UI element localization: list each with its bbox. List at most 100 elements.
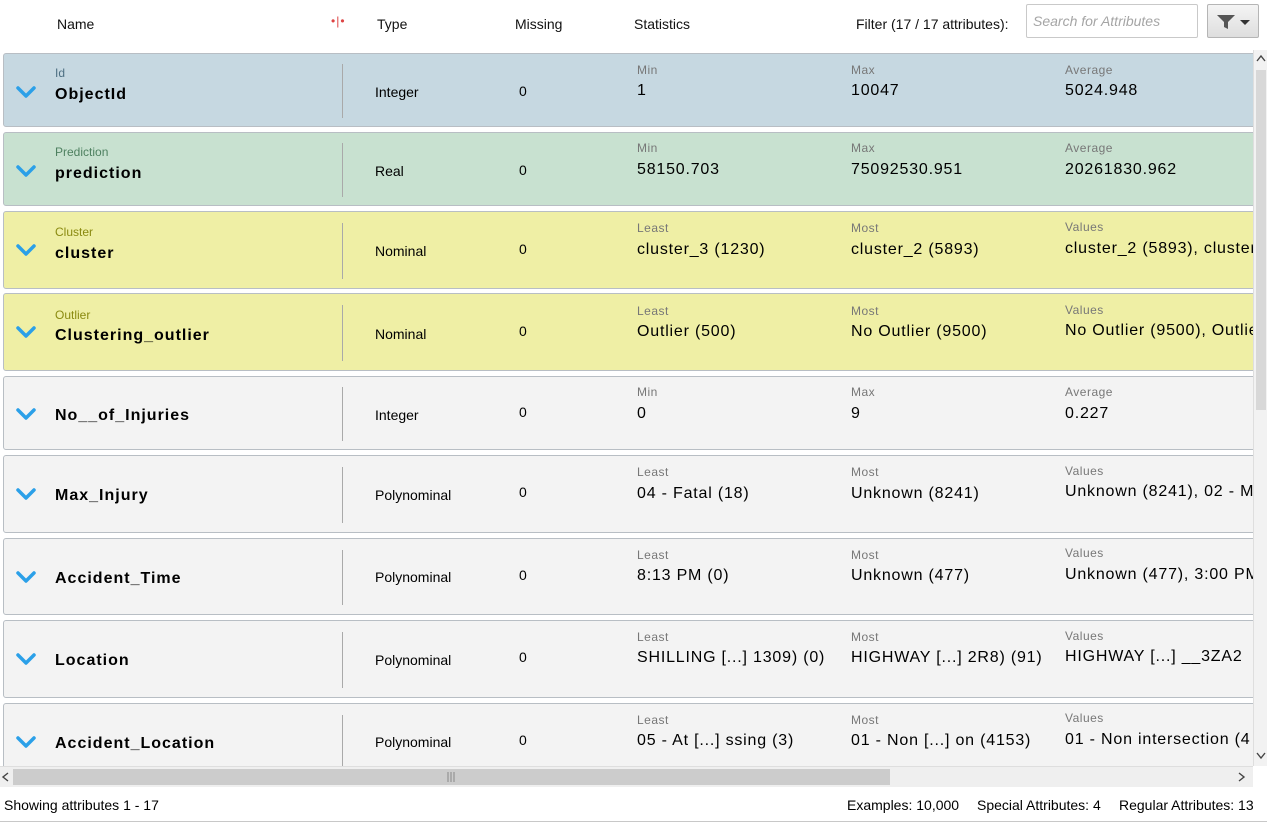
attribute-role: Outlier [55,308,91,322]
attribute-row[interactable]: Cluster cluster Nominal 0 Least cluster_… [3,211,1253,289]
chevron-down-icon[interactable] [16,487,36,501]
attribute-row[interactable]: Max_Injury Polynominal 0 Least 04 - Fata… [3,455,1253,533]
stat-value: 9 [851,405,861,422]
column-divider [342,64,343,118]
chevron-down-icon[interactable] [16,85,36,99]
attribute-name: prediction [55,165,143,182]
column-divider [342,305,343,361]
stat-value: Outlier (500) [637,323,737,340]
examples-count: Examples: 10,000 [847,797,960,813]
attribute-missing: 0 [519,83,527,99]
stat-value: Unknown (8241), 02 - Mi [1065,483,1253,500]
caret-down-icon [1240,20,1250,25]
stat-label: Average [1065,385,1113,399]
vertical-scrollbar[interactable] [1253,50,1267,766]
attribute-type: Polynominal [375,734,452,750]
column-header-name[interactable]: Name [57,16,94,32]
attribute-missing: 0 [519,162,527,178]
column-divider [342,467,343,523]
stat-label: Values [1065,711,1104,725]
attribute-missing: 0 [519,404,527,420]
stat-label: Values [1065,303,1104,317]
stat-value: SHILLING [...] 1309) (0) [637,649,826,666]
stat-value: 75092530.951 [851,161,963,178]
horizontal-scrollbar[interactable] [0,766,1253,787]
attribute-row[interactable]: Accident_Time Polynominal 0 Least 8:13 P… [3,538,1253,615]
filter-dropdown-button[interactable] [1207,4,1259,38]
stat-value: No Outlier (9500) [851,323,988,340]
stat-label: Least [637,304,669,318]
stat-label: Least [637,465,669,479]
stat-label: Max [851,385,876,399]
column-header-missing[interactable]: Missing [515,16,562,32]
column-header-type[interactable]: Type [377,16,407,32]
attribute-list[interactable]: Id ObjectId Integer 0 Min 1 Max 10047 Av… [0,50,1253,766]
attribute-type: Nominal [375,326,427,342]
horizontal-scroll-thumb[interactable] [13,769,890,785]
stat-label: Max [851,63,876,77]
stat-label: Average [1065,63,1113,77]
stat-value: 01 - Non [...] on (4153) [851,732,1032,749]
stat-value: 05 - At [...] ssing (3) [637,732,795,749]
chevron-down-icon[interactable] [16,570,36,584]
attribute-row[interactable]: Prediction prediction Real 0 Min 58150.7… [3,132,1253,206]
attribute-name: ObjectId [55,86,128,103]
stat-value: Unknown (477), 3:00 PM [1065,566,1253,583]
column-divider [342,632,343,688]
attribute-name: Accident_Time [55,570,182,587]
attribute-role: Prediction [55,145,109,159]
scroll-down-icon[interactable] [1256,750,1266,760]
stat-value: cluster_3 (1230) [637,241,766,258]
attribute-row[interactable]: Outlier Clustering_outlier Nominal 0 Lea… [3,293,1253,371]
scroll-left-icon[interactable] [1,772,11,782]
stat-label: Least [637,548,669,562]
chevron-down-icon[interactable] [16,325,36,339]
stat-label: Most [851,630,880,644]
chevron-down-icon[interactable] [16,243,36,257]
stat-value: HIGHWAY [...] __3ZA2 [1065,648,1243,665]
column-divider [342,143,343,197]
search-attributes-input[interactable] [1026,4,1198,38]
chevron-down-icon[interactable] [16,652,36,666]
stat-label: Values [1065,546,1104,560]
chevron-down-icon[interactable] [16,164,36,178]
stat-value: 01 - Non intersection (4 [1065,731,1251,748]
attribute-missing: 0 [519,484,527,500]
stat-value: Unknown (8241) [851,485,980,502]
stat-label: Most [851,221,880,235]
attribute-name: Location [55,652,130,669]
attribute-type: Integer [375,407,419,423]
attribute-type: Polynominal [375,569,452,585]
attribute-role: Cluster [55,225,94,239]
scroll-right-icon[interactable] [1236,772,1246,782]
stat-value: cluster_2 (5893), cluster_ [1065,240,1253,257]
table-header: Name •|• Type Missing Statistics Filter … [0,0,1267,50]
regular-attributes-count: Regular Attributes: 13 [1119,797,1254,813]
stat-label: Least [637,221,669,235]
stat-label: Values [1065,464,1104,478]
stat-value: 20261830.962 [1065,161,1177,178]
column-header-statistics[interactable]: Statistics [634,16,690,32]
filter-label: Filter (17 / 17 attributes): [856,16,1009,32]
stat-label: Min [637,385,658,399]
attribute-row[interactable]: No__of_Injuries Integer 0 Min 0 Max 9 Av… [3,376,1253,450]
stat-label: Least [637,713,669,727]
scroll-up-icon[interactable] [1256,54,1266,64]
attribute-row[interactable]: Id ObjectId Integer 0 Min 1 Max 10047 Av… [3,53,1253,127]
stat-value: 1 [637,82,647,99]
attribute-type: Nominal [375,243,427,259]
stat-label: Max [851,141,876,155]
chevron-down-icon[interactable] [16,735,36,749]
stat-label: Most [851,548,880,562]
attribute-row[interactable]: Accident_Location Polynominal 0 Least 05… [3,703,1253,766]
attribute-missing: 0 [519,567,527,583]
vertical-scroll-thumb[interactable] [1256,70,1266,410]
attribute-row[interactable]: Location Polynominal 0 Least SHILLING [.… [3,620,1253,698]
column-resize-handle[interactable]: •|• [331,14,346,28]
attribute-type: Real [375,163,404,179]
attribute-name: No__of_Injuries [55,407,191,424]
stat-value: No Outlier (9500), Outlier [1065,322,1253,339]
attribute-type: Polynominal [375,487,452,503]
chevron-down-icon[interactable] [16,407,36,421]
stat-value: 8:13 PM (0) [637,567,730,584]
